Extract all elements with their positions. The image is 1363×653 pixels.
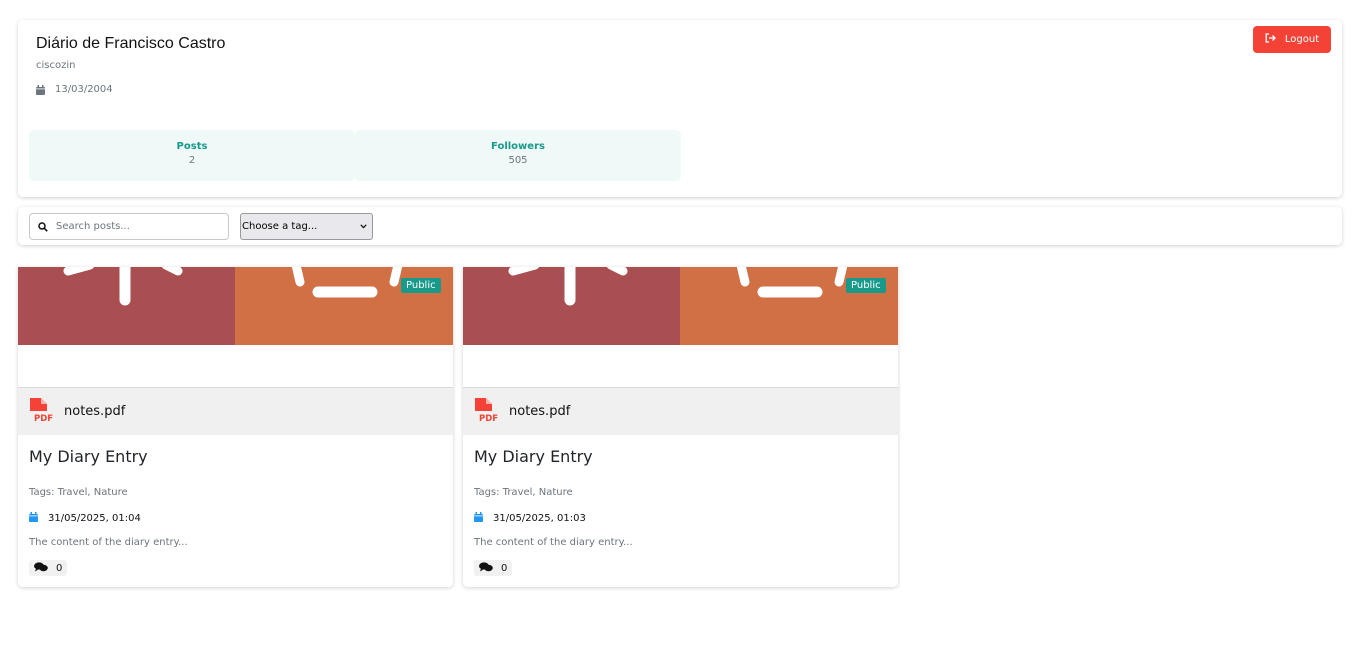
profile-birthdate: 13/03/2004 <box>36 84 113 95</box>
pdf-file-icon: PDF <box>29 397 53 427</box>
stat-followers: Followers 505 <box>355 130 681 181</box>
post-tags: Tags: Travel, Nature <box>29 487 128 498</box>
pdf-file-icon: PDF <box>474 397 498 427</box>
post-cover-image <box>463 267 898 345</box>
svg-text:PDF: PDF <box>34 414 53 423</box>
calendar-icon <box>36 84 45 95</box>
post-excerpt: The content of the diary entry... <box>474 537 633 548</box>
comments-button[interactable]: 0 <box>29 560 68 576</box>
logout-button[interactable]: Logout <box>1253 26 1331 53</box>
post-card[interactable]: Public PDF notes.pdf My Diary Entry Tags… <box>18 267 453 587</box>
filter-bar: Choose a tag... <box>18 207 1342 245</box>
attachment-name: notes.pdf <box>64 404 126 419</box>
visibility-badge: Public <box>401 278 441 293</box>
tag-select[interactable]: Choose a tag... <box>240 213 373 240</box>
tag-select-value: Choose a tag... <box>242 221 318 232</box>
search-icon <box>38 217 48 236</box>
comment-count: 0 <box>56 562 63 574</box>
chevron-down-icon <box>360 221 367 232</box>
search-box <box>29 213 229 240</box>
attachment-name: notes.pdf <box>509 404 571 419</box>
post-title: My Diary Entry <box>29 447 148 466</box>
sign-out-icon <box>1265 33 1276 46</box>
comments-button[interactable]: 0 <box>474 560 513 576</box>
post-card[interactable]: Public PDF notes.pdf My Diary Entry Tags… <box>463 267 898 587</box>
stat-followers-value: 505 <box>508 155 528 166</box>
calendar-icon <box>29 512 38 525</box>
post-date: 31/05/2025, 01:03 <box>474 512 586 525</box>
calendar-icon <box>474 512 483 525</box>
post-date-text: 31/05/2025, 01:03 <box>493 513 586 524</box>
search-input[interactable] <box>56 221 216 232</box>
post-cover-image <box>18 267 453 345</box>
post-date-text: 31/05/2025, 01:04 <box>48 513 141 524</box>
profile-username: ciscozin <box>36 60 76 71</box>
logout-label: Logout <box>1284 34 1320 45</box>
comments-icon <box>479 561 493 575</box>
post-date: 31/05/2025, 01:04 <box>29 512 141 525</box>
attachment-row[interactable]: PDF notes.pdf <box>463 387 898 435</box>
post-title: My Diary Entry <box>474 447 593 466</box>
stat-posts-label: Posts <box>176 141 208 152</box>
visibility-badge: Public <box>846 278 886 293</box>
comment-count: 0 <box>501 562 508 574</box>
post-tags: Tags: Travel, Nature <box>474 487 573 498</box>
stat-followers-label: Followers <box>491 141 545 152</box>
post-excerpt: The content of the diary entry... <box>29 537 188 548</box>
profile-title: Diário de Francisco Castro <box>36 35 226 52</box>
stat-posts: Posts 2 <box>29 130 355 181</box>
birthdate-text: 13/03/2004 <box>55 84 113 95</box>
profile-card: Diário de Francisco Castro ciscozin 13/0… <box>18 20 1342 197</box>
attachment-row[interactable]: PDF notes.pdf <box>18 387 453 435</box>
stat-posts-value: 2 <box>188 155 196 166</box>
comments-icon <box>34 561 48 575</box>
svg-text:PDF: PDF <box>479 414 498 423</box>
